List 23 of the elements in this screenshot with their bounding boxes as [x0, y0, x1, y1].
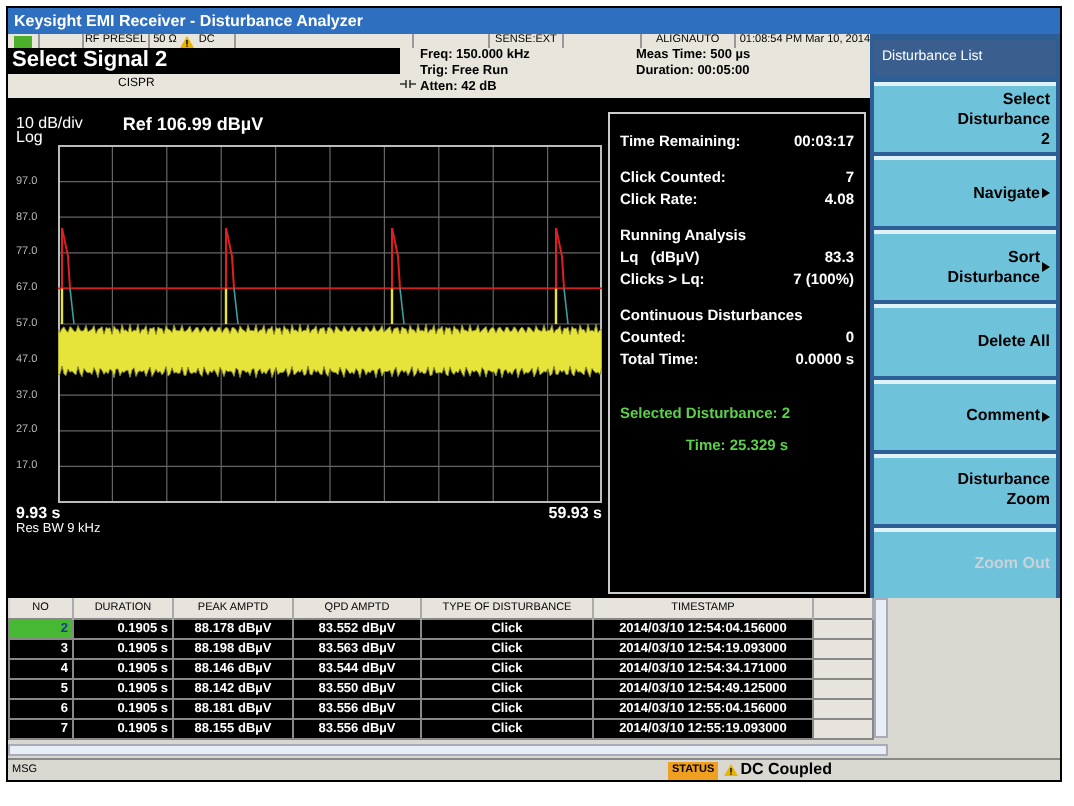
- lxi-icon: [14, 35, 33, 47]
- warning-icon: [724, 764, 739, 776]
- submenu-arrow-icon: [1042, 262, 1050, 273]
- scrollbar[interactable]: [874, 598, 888, 738]
- alert-text: DC Coupled: [740, 758, 832, 782]
- x-start-label: 9.93 s: [16, 504, 61, 522]
- softkey-button[interactable]: Delete All: [874, 304, 1056, 376]
- x-end-label: 59.93 s: [548, 504, 602, 522]
- trigger-icon: [400, 79, 416, 87]
- softkey-button[interactable]: Disturbance Zoom: [874, 453, 1056, 524]
- reference-level: Ref 106.99 dBµV: [122, 116, 264, 132]
- softkey-button[interactable]: Navigate: [874, 156, 1056, 227]
- softkey-button[interactable]: Select Disturbance 2: [874, 82, 1056, 153]
- title-bar: Keysight EMI Receiver - Disturbance Analyzer: [8, 8, 1060, 34]
- warning-icon: [180, 35, 195, 47]
- horizontal-scrollbar[interactable]: [8, 744, 888, 756]
- screen-title: Select Signal 2: [8, 48, 400, 74]
- scale-label: 10 dB/div: [16, 116, 83, 132]
- submenu-arrow-icon: [1042, 411, 1050, 422]
- submenu-arrow-icon: [1042, 188, 1050, 199]
- scale-type-label: Log: [16, 130, 43, 146]
- softkey-button[interactable]: Comment: [874, 379, 1056, 450]
- softkey-button[interactable]: Sort Disturbance: [874, 230, 1056, 301]
